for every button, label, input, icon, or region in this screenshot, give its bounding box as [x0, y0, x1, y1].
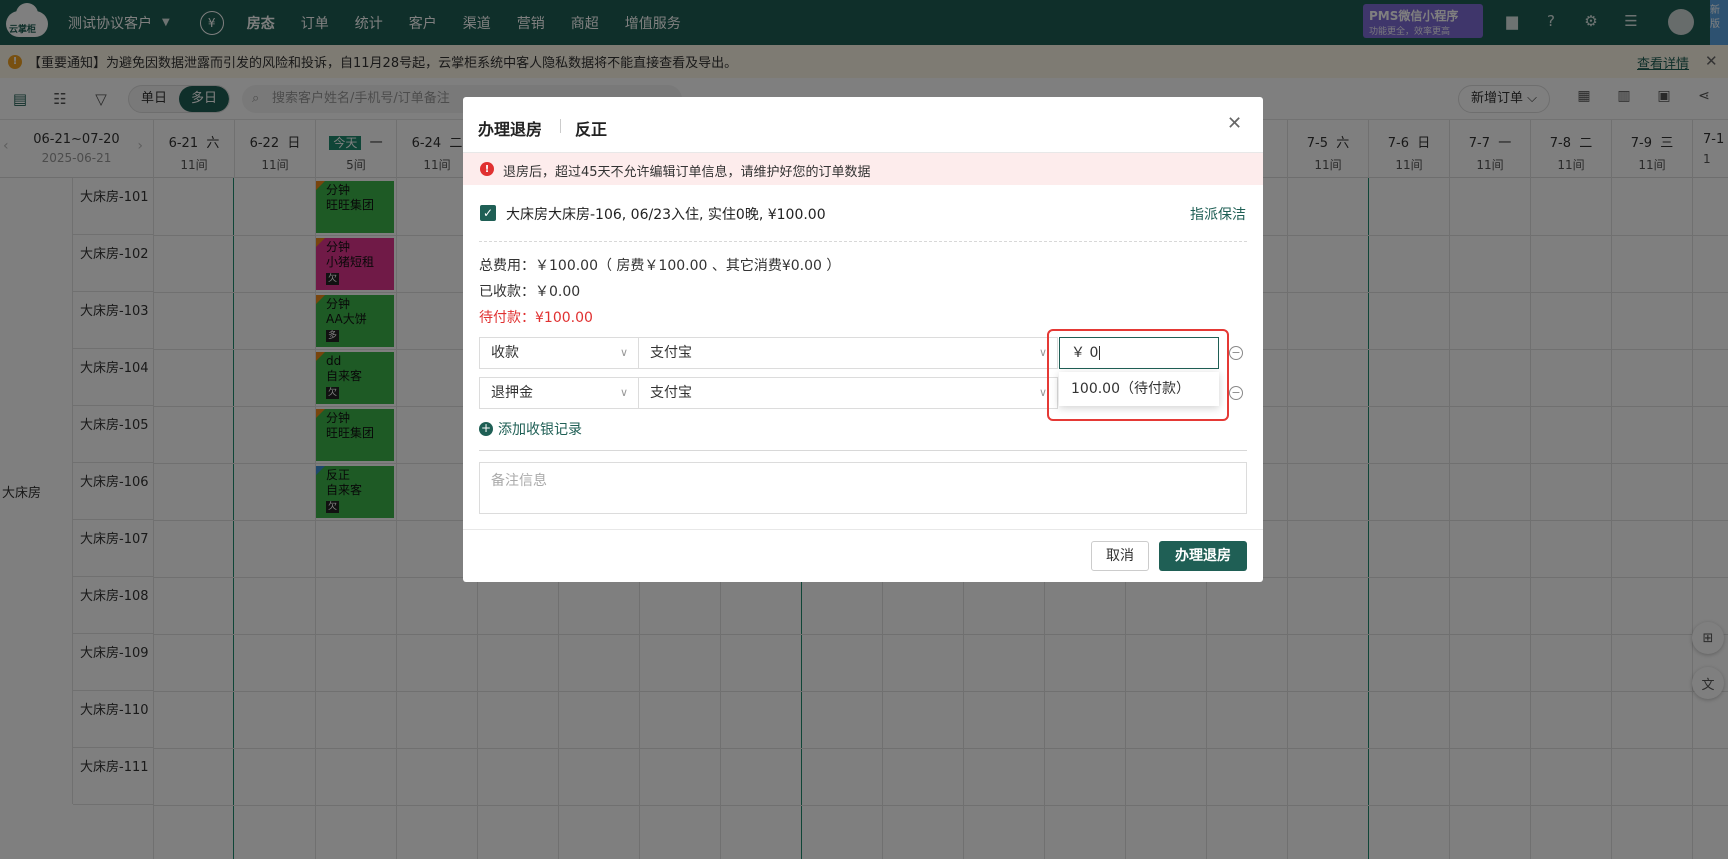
dialog-footer-divider [463, 529, 1263, 530]
remark-placeholder: 备注信息 [491, 473, 547, 489]
payment-type-value: 退押金 [491, 385, 533, 401]
add-record-label: 添加收银记录 [498, 422, 582, 438]
pending-amount: 待付款：¥100.00 [479, 310, 593, 326]
total-fee: 总费用：￥100.00（ 房费￥100.00 、其它消费¥0.00 ） [479, 258, 841, 274]
alert-text: 退房后，超过45天不允许编辑订单信息，请维护好您的订单数据 [503, 165, 871, 180]
tab-reverse[interactable]: 反正 [575, 116, 607, 140]
alert-banner: ! 退房后，超过45天不允许编辑订单信息，请维护好您的订单数据 [463, 153, 1263, 185]
tab-checkout[interactable]: 办理退房 [478, 116, 542, 140]
remove-row-icon[interactable]: − [1229, 386, 1243, 400]
highlight-box [1047, 329, 1229, 421]
payment-type-value: 收款 [491, 345, 519, 361]
payment-method-value: 支付宝 [650, 385, 692, 401]
cancel-button[interactable]: 取消 [1091, 541, 1149, 571]
chevron-down-icon: ∨ [1038, 386, 1047, 399]
checkout-button[interactable]: 办理退房 [1159, 541, 1247, 571]
chevron-down-icon: ∨ [619, 386, 628, 399]
plus-circle-icon: + [479, 421, 493, 436]
error-icon: ! [480, 162, 494, 176]
tab-divider [560, 119, 561, 133]
room-checkbox[interactable]: ✓ [480, 205, 496, 221]
received-amount: 已收款：￥0.00 [479, 284, 581, 300]
divider [479, 450, 1247, 451]
remove-row-icon[interactable]: − [1229, 346, 1243, 360]
chevron-down-icon: ∨ [1038, 346, 1047, 359]
divider [479, 241, 1247, 242]
chevron-down-icon: ∨ [619, 346, 628, 359]
assign-cleaning-link[interactable]: 指派保洁 [1190, 204, 1246, 224]
room-info-label: 大床房大床房-106, 06/23入住, 实住0晚, ¥100.00 [506, 207, 826, 223]
payment-type-select[interactable]: 退押金 ∨ [479, 377, 639, 409]
payment-type-select[interactable]: 收款 ∨ [479, 337, 639, 369]
close-icon[interactable]: ✕ [1227, 113, 1242, 134]
add-record-button[interactable]: + 添加收银记录 [479, 419, 582, 439]
dialog-header: 办理退房 反正 ✕ [463, 97, 1263, 153]
remark-textarea[interactable]: 备注信息 [479, 462, 1247, 514]
payment-method-select[interactable]: 支付宝 ∨ [638, 337, 1058, 369]
payment-method-select[interactable]: 支付宝 ∨ [638, 377, 1058, 409]
checkout-dialog: 办理退房 反正 ✕ ! 退房后，超过45天不允许编辑订单信息，请维护好您的订单数… [463, 97, 1263, 582]
payment-method-value: 支付宝 [650, 345, 692, 361]
